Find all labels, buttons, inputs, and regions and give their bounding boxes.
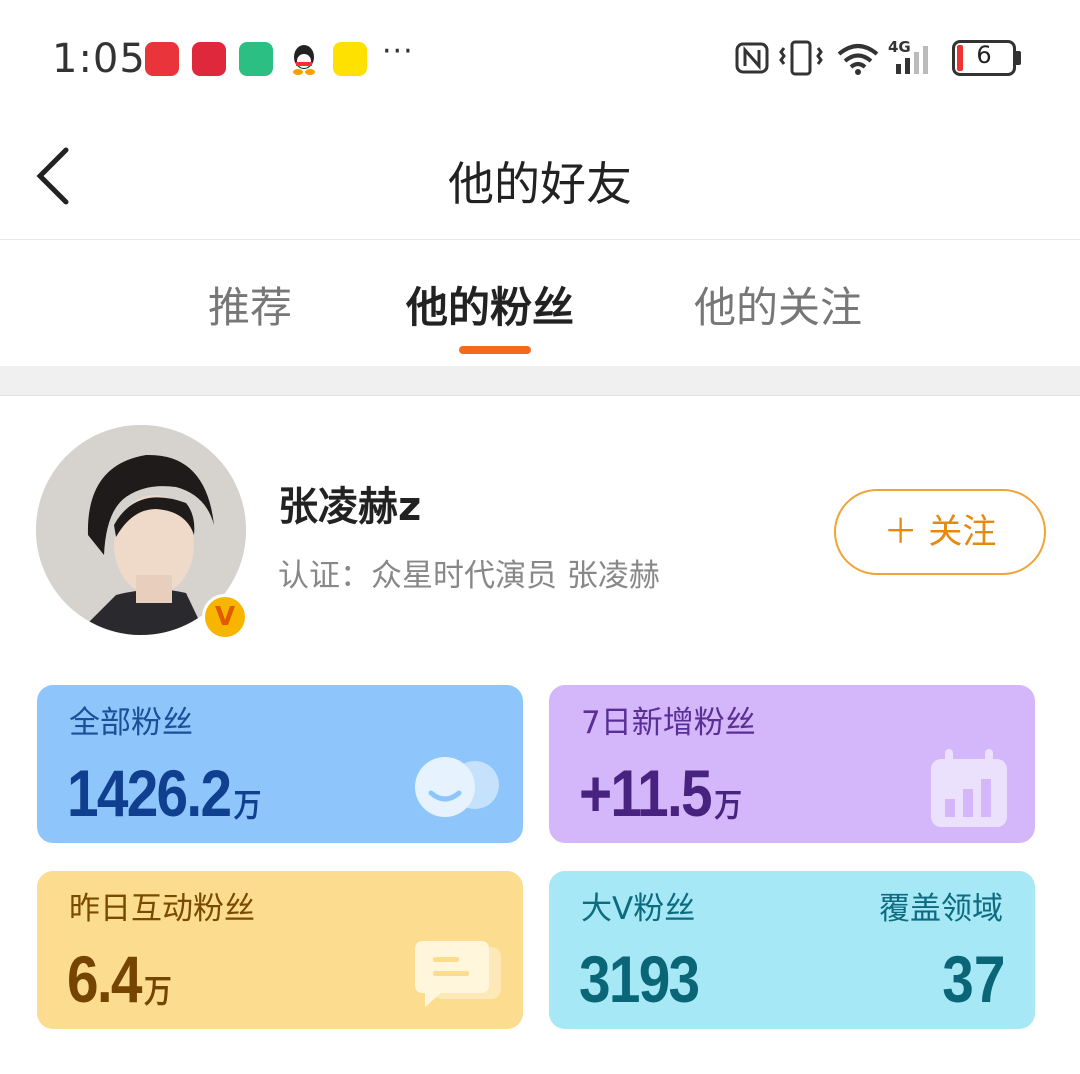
interactive-fans-value: 6.4 万 <box>67 942 172 1016</box>
big-v-fans-card[interactable]: 大V粉丝 覆盖领域 3193 37 <box>549 871 1035 1029</box>
nav-header: 他的好友 <box>0 118 1080 240</box>
new-fans-7d-card[interactable]: 7日新增粉丝 +11.5 万 <box>549 685 1035 843</box>
new-fans-7d-label: 7日新增粉丝 <box>581 705 756 741</box>
big-v-fans-value: 3193 <box>579 942 700 1016</box>
red-app-icon <box>192 42 226 76</box>
verification-text: 认证：众星时代演员 张凌赫 <box>278 558 660 594</box>
verified-v-badge: V <box>202 594 248 640</box>
section-divider <box>0 366 1080 396</box>
calendar-chart-icon <box>931 749 1007 827</box>
active-tab-indicator <box>459 346 531 354</box>
interactive-fans-card[interactable]: 昨日互动粉丝 6.4 万 <box>37 871 523 1029</box>
total-fans-value: 1426.2 万 <box>67 756 262 830</box>
mihome-icon <box>239 42 273 76</box>
battery-level: 6 <box>976 41 992 69</box>
more-notifications-icon: ··· <box>382 34 414 69</box>
tab-bar: 推荐 他的粉丝 他的关注 <box>0 242 1080 366</box>
status-time: 1:05 <box>52 36 146 82</box>
user-name[interactable]: 张凌赫z <box>278 474 421 532</box>
signal-icon <box>896 46 928 74</box>
vibrate-icon <box>779 40 823 76</box>
total-fans-label: 全部粉丝 <box>69 705 193 741</box>
page-title: 他的好友 <box>448 157 632 211</box>
interactive-fans-label: 昨日互动粉丝 <box>69 891 255 927</box>
new-fans-7d-value: +11.5 万 <box>579 756 742 830</box>
big-v-fans-label: 大V粉丝 <box>581 891 696 927</box>
qq-icon <box>287 42 321 76</box>
coverage-label: 覆盖领域 <box>879 891 1003 927</box>
chat-bubble-icon <box>415 941 501 1007</box>
huawei-appgallery-icon <box>145 42 179 76</box>
xianyu-icon <box>333 42 367 76</box>
total-fans-card[interactable]: 全部粉丝 1426.2 万 <box>37 685 523 843</box>
status-bar: 1:05 ··· 4G 6 <box>0 0 1080 118</box>
interactive-fans-unit: 万 <box>144 973 172 1009</box>
follow-button[interactable]: ＋ 关注 <box>834 489 1046 575</box>
new-fans-7d-unit: 万 <box>714 787 742 823</box>
tab-recommend[interactable]: 推荐 <box>208 274 292 335</box>
total-fans-unit: 万 <box>233 787 262 823</box>
tab-his-following[interactable]: 他的关注 <box>694 274 862 335</box>
coverage-value: 37 <box>941 942 1005 1016</box>
battery-icon: 6 <box>952 40 1024 76</box>
wifi-icon <box>837 44 879 75</box>
nfc-icon <box>735 42 769 74</box>
tab-his-fans[interactable]: 他的粉丝 <box>406 274 574 335</box>
fans-people-icon <box>415 757 499 817</box>
